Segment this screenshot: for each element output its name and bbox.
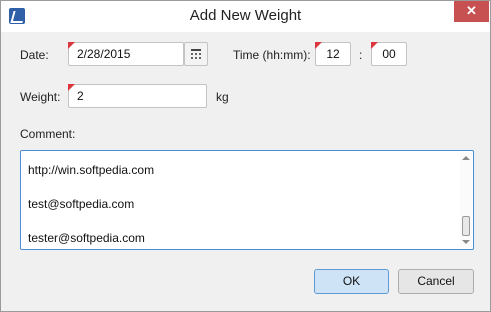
ok-button[interactable]: OK xyxy=(314,269,389,294)
hour-field[interactable]: 12 xyxy=(315,42,351,66)
title-bar: Add New Weight ✕ xyxy=(1,1,490,32)
date-field[interactable]: 2/28/2015 xyxy=(68,42,184,66)
date-label: Date: xyxy=(20,48,49,62)
weight-label: Weight: xyxy=(20,90,61,104)
comment-label: Comment: xyxy=(20,127,76,141)
minute-field[interactable]: 00 xyxy=(371,42,407,66)
calendar-icon[interactable] xyxy=(184,42,208,66)
comment-line: test@softpedia.com xyxy=(28,197,135,211)
scrollbar-thumb[interactable] xyxy=(462,216,470,236)
dialog-window: Add New Weight ✕ Date: 2/28/2015 Time (h… xyxy=(0,0,491,312)
time-label: Time (hh:mm): xyxy=(233,48,311,62)
scroll-down-icon[interactable] xyxy=(462,240,470,244)
dialog-content: Date: 2/28/2015 Time (hh:mm): 12 : 00 We… xyxy=(1,32,490,311)
scroll-up-icon[interactable] xyxy=(462,156,470,160)
cancel-button[interactable]: Cancel xyxy=(398,269,474,294)
time-separator: : xyxy=(359,48,363,62)
close-button[interactable]: ✕ xyxy=(454,1,489,22)
weight-field[interactable]: 2 xyxy=(68,84,207,108)
comment-line: tester@softpedia.com xyxy=(28,231,145,245)
comment-textarea[interactable]: http://win.softpedia.com test@softpedia.… xyxy=(20,150,474,250)
weight-unit-label: kg xyxy=(216,90,229,104)
comment-line: http://win.softpedia.com xyxy=(28,163,155,177)
comment-scrollbar[interactable] xyxy=(460,152,472,248)
window-title: Add New Weight xyxy=(189,7,302,24)
